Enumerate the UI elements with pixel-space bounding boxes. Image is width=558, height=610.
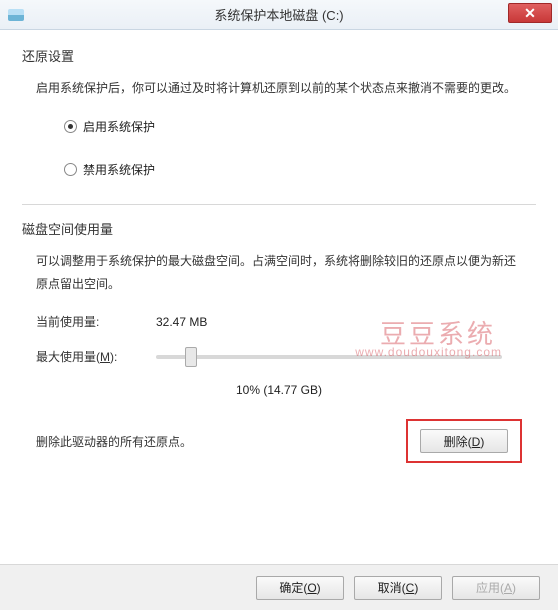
- current-usage-label: 当前使用量:: [36, 313, 156, 330]
- slider-percent-value: 10% (14.77 GB): [36, 383, 522, 397]
- window-title: 系统保护本地磁盘 (C:): [214, 5, 343, 24]
- radio-disable-protection[interactable]: 禁用系统保护: [36, 161, 522, 178]
- current-usage-value: 32.47 MB: [156, 315, 207, 329]
- close-icon: ✕: [524, 5, 536, 22]
- radio-icon: [64, 120, 77, 133]
- disk-section-title: 磁盘空间使用量: [22, 219, 536, 238]
- drive-icon: [8, 9, 24, 21]
- close-button[interactable]: ✕: [508, 3, 552, 23]
- dialog-footer: 确定(O) 取消(C) 应用(A): [0, 564, 558, 610]
- content-area: 还原设置 启用系统保护后，你可以通过及时将计算机还原到以前的某个状态点来撤消不需…: [0, 30, 558, 463]
- apply-button: 应用(A): [452, 576, 540, 600]
- max-usage-row: 最大使用量(M):: [36, 348, 522, 365]
- radio-enable-label: 启用系统保护: [83, 118, 155, 135]
- disk-description: 可以调整用于系统保护的最大磁盘空间。占满空间时，系统将删除较旧的还原点以便为新还…: [36, 250, 522, 296]
- cancel-button[interactable]: 取消(C): [354, 576, 442, 600]
- delete-button[interactable]: 删除(D): [420, 429, 508, 453]
- titlebar: 系统保护本地磁盘 (C:) ✕: [0, 0, 558, 30]
- slider-thumb[interactable]: [185, 347, 197, 367]
- delete-row: 删除此驱动器的所有还原点。 删除(D): [36, 419, 522, 463]
- ok-button[interactable]: 确定(O): [256, 576, 344, 600]
- restore-section-title: 还原设置: [22, 46, 536, 65]
- delete-description: 删除此驱动器的所有还原点。: [36, 433, 192, 450]
- delete-highlight-box: 删除(D): [406, 419, 522, 463]
- max-usage-label: 最大使用量(M):: [36, 348, 156, 365]
- current-usage-row: 当前使用量: 32.47 MB: [36, 313, 522, 330]
- radio-icon: [64, 163, 77, 176]
- max-usage-slider[interactable]: [156, 355, 502, 359]
- radio-enable-protection[interactable]: 启用系统保护: [36, 118, 522, 135]
- radio-disable-label: 禁用系统保护: [83, 161, 155, 178]
- restore-description: 启用系统保护后，你可以通过及时将计算机还原到以前的某个状态点来撤消不需要的更改。: [36, 77, 522, 100]
- section-divider: [22, 204, 536, 205]
